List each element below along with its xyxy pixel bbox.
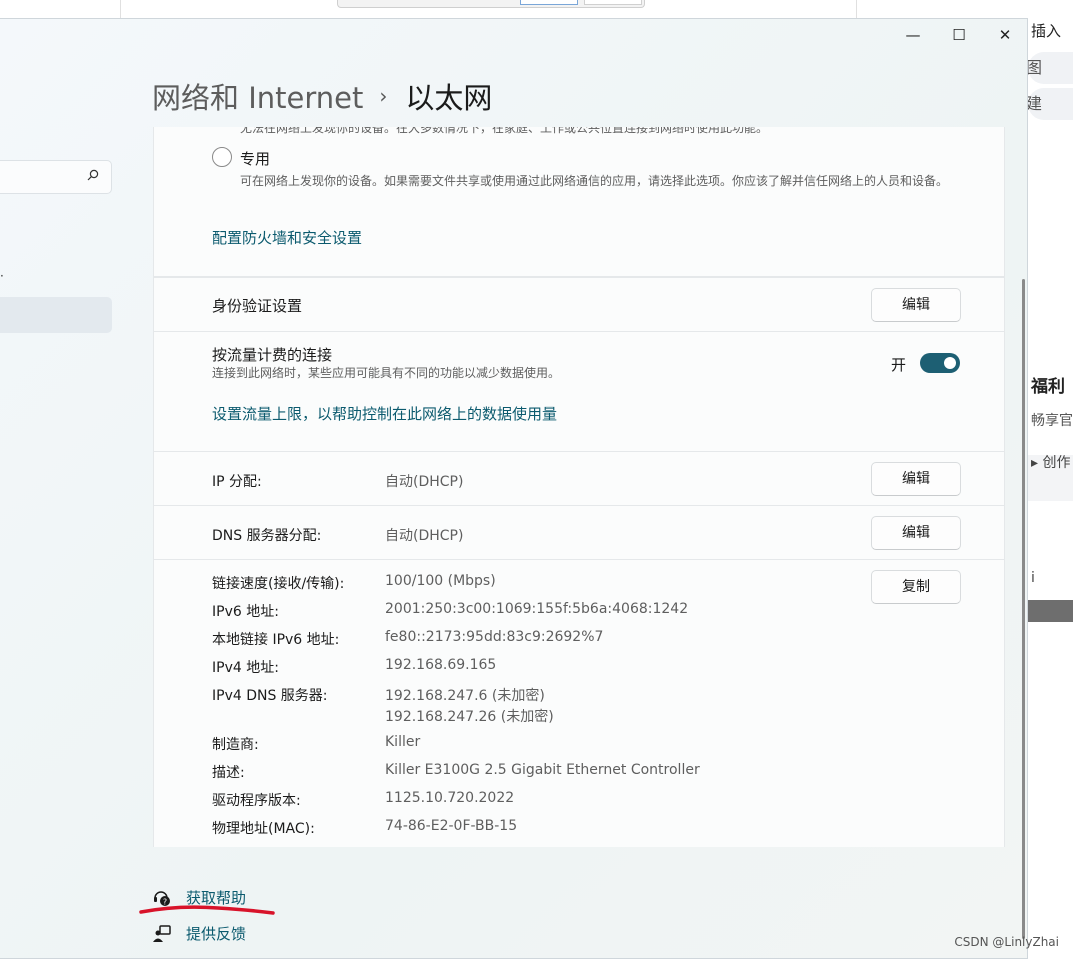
property-value: 100/100 (Mbps) [385,573,496,589]
private-profile-desc: 可在网络上发现你的设备。如果需要文件共享或使用通过此网络通信的应用，请选择此选项… [240,174,949,188]
close-button[interactable]: ✕ [982,19,1027,51]
background-pill: 图 [1028,52,1073,84]
background-pill-text: 图 [1028,58,1043,77]
watermark: CSDN @LinlyZhai [954,935,1059,949]
background-text: ▸ 创作 [1031,455,1071,471]
settings-content: 无法在网络上发现你的设备。在大多数情况下，在家庭、工作或公共位置连接到网络时使用… [0,127,1027,847]
property-key: IPv4 地址: [212,660,279,676]
ip-assignment-value: 自动(DHCP) [385,474,464,490]
copy-button[interactable]: 复制 [871,570,961,604]
background-pill-text: 建 [1028,94,1043,113]
background-pill: 建 [1028,88,1073,120]
property-value: fe80::2173:95dd:83c9:2692%7 [385,629,604,645]
metered-label: 按流量计费的连接 [212,346,333,364]
background-divider [856,0,857,18]
property-key: 驱动程序版本: [212,793,301,809]
property-value: 2001:250:3c00:1069:155f:5b6a:4068:1242 [385,601,689,617]
feedback-label: 提供反馈 [186,925,247,943]
page-title: 以太网 [405,81,493,115]
data-limit-link[interactable]: 设置流量上限，以帮助控制在此网络上的数据使用量 [212,403,557,424]
auth-edit-button[interactable]: 编辑 [871,288,961,322]
background-dialog-button [520,0,578,5]
maximize-icon: ☐ [952,26,966,44]
dns-edit-button[interactable]: 编辑 [871,516,961,550]
dns-assignment-label: DNS 服务器分配: [212,528,322,544]
network-properties-card: 复制 链接速度(接收/传输): 100/100 (Mbps) IPv6 地址: … [153,559,1005,847]
background-dialog-edge [337,0,645,8]
toggle-knob [944,357,956,369]
property-key: 描述: [212,765,245,781]
settings-window: — ☐ ✕ · 网络和 Internet › 以太网 无法在网络上发现你的设备。… [0,18,1028,959]
network-profile-card: 无法在网络上发现你的设备。在大多数情况下，在家庭、工作或公共位置连接到网络时使用… [153,127,1005,277]
private-profile-label: 专用 [240,150,271,168]
firewall-settings-link[interactable]: 配置防火墙和安全设置 [212,227,362,248]
annotation-underline [139,905,275,915]
property-value: Killer E3100G 2.5 Gigabit Ethernet Contr… [385,762,700,778]
close-icon: ✕ [998,26,1012,44]
property-value: 74-86-E2-0F-BB-15 [385,818,518,834]
ip-assignment-label: IP 分配: [212,474,262,490]
ip-edit-button[interactable]: 编辑 [871,462,961,496]
background-dialog-button [584,0,642,5]
property-key: 物理地址(MAC): [212,821,315,837]
maximize-button[interactable]: ☐ [936,19,982,51]
breadcrumb-parent[interactable]: 网络和 Internet [152,75,363,117]
background-bar [1028,600,1073,622]
minimize-icon: — [905,26,921,44]
dns-assignment-row: DNS 服务器分配: 自动(DHCP) 编辑 [153,505,1005,560]
property-value: 192.168.69.165 [385,657,497,673]
metered-state-text: 开 [891,356,907,374]
background-divider [120,0,121,18]
public-profile-desc: 无法在网络上发现你的设备。在大多数情况下，在家庭、工作或公共位置连接到网络时使用… [240,127,769,135]
background-text: 福利 [1031,377,1065,397]
metered-toggle[interactable] [920,353,960,373]
dns-assignment-value: 自动(DHCP) [385,528,464,544]
chevron-right-icon: › [379,84,388,108]
background-app-right: 插入 图 建 福利 畅享官 ▸ 创作 i [1028,18,1073,959]
property-key: IPv4 DNS 服务器: [212,688,328,704]
metered-desc: 连接到此网络时，某些应用可能具有不同的功能以减少数据使用。 [212,366,561,380]
property-key: 本地链接 IPv6 地址: [212,632,340,648]
minimize-button[interactable]: — [890,19,936,51]
background-text: i [1031,570,1035,586]
property-value: 192.168.247.26 (未加密) [385,709,554,725]
private-profile-radio[interactable] [212,147,232,167]
property-value: Killer [385,734,421,750]
ip-assignment-row: IP 分配: 自动(DHCP) 编辑 [153,451,1005,506]
metered-connection-card: 按流量计费的连接 连接到此网络时，某些应用可能具有不同的功能以减少数据使用。 开… [153,331,1005,452]
auth-settings-label: 身份验证设置 [212,297,303,315]
property-key: IPv6 地址: [212,604,279,620]
property-key: 链接速度(接收/传输): [212,576,345,592]
background-text: 畅享官 [1031,413,1073,429]
feedback-icon [153,924,171,942]
auth-settings-row: 身份验证设置 编辑 [153,277,1005,332]
scrollbar[interactable] [1022,279,1025,939]
property-value: 192.168.247.6 (未加密) [385,688,545,704]
breadcrumb: 网络和 Internet › 以太网 [152,75,492,117]
feedback-link[interactable]: 提供反馈 [152,923,246,944]
background-text: 插入 [1031,22,1062,40]
property-key: 制造商: [212,737,259,753]
property-value: 1125.10.720.2022 [385,790,515,806]
